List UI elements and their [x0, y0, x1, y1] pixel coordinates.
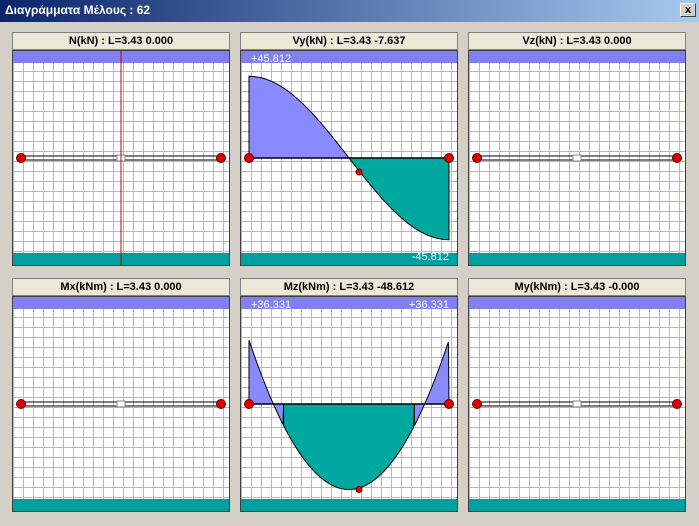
vy-max-label: +45.812 [251, 53, 292, 65]
end-node [444, 399, 454, 409]
panel-title-mz: Mz(kNm) : L=3.43 -48.612 [240, 278, 458, 296]
vy-min-label: -45.812 [411, 251, 449, 263]
panel-title-my: My(kNm) : L=3.43 -0.000 [468, 278, 686, 296]
start-node [472, 153, 482, 163]
diagram-mx-plot [13, 297, 229, 511]
positive-area [248, 75, 351, 159]
negative-area [283, 403, 415, 490]
bottom-band [241, 499, 457, 511]
panel-title-vz: Vz(kN) : L=3.43 0.000 [468, 32, 686, 50]
bottom-band [469, 253, 685, 265]
center-marker [116, 400, 126, 408]
start-node [16, 399, 26, 409]
top-band [13, 297, 229, 309]
end-node [672, 399, 682, 409]
start-node [16, 153, 26, 163]
center-marker [572, 154, 582, 162]
start-node [244, 399, 254, 409]
diagram-my-plot [469, 297, 685, 511]
center-marker [572, 400, 582, 408]
start-node [244, 153, 254, 163]
extremum-marker [355, 486, 363, 493]
diagram-vz [468, 50, 686, 266]
diagram-n-plot [13, 51, 229, 265]
title-bar: Διαγράμματα Μέλους : 62 x [0, 0, 699, 22]
diagram-vz-plot [469, 51, 685, 265]
diagram-vy: +45.812 -45.812 [240, 50, 458, 266]
diagram-mx [12, 296, 230, 512]
diagram-vy-plot [241, 51, 457, 265]
bottom-band [469, 499, 685, 511]
mz-right-label: +36.331 [408, 299, 449, 311]
diagram-n [12, 50, 230, 266]
diagram-my [468, 296, 686, 512]
mz-left-label: +36.331 [251, 299, 292, 311]
negative-area [347, 157, 450, 241]
end-node [216, 399, 226, 409]
point-marker [355, 168, 363, 176]
positive-area-left [248, 339, 285, 425]
window-title: Διαγράμματα Μέλους : 62 [5, 3, 151, 17]
diagram-mz-plot [241, 297, 457, 511]
top-band [469, 297, 685, 309]
end-node [444, 153, 454, 163]
end-node [672, 153, 682, 163]
panel-title-n: N(kN) : L=3.43 0.000 [12, 32, 230, 50]
top-band [469, 51, 685, 63]
end-node [216, 153, 226, 163]
start-node [472, 399, 482, 409]
panel-title-mx: Mx(kNm) : L=3.43 0.000 [12, 278, 230, 296]
diagram-mz: +36.331 +36.331 [240, 296, 458, 512]
bottom-band [13, 499, 229, 511]
panel-title-vy: Vy(kN) : L=3.43 -7.637 [240, 32, 458, 50]
close-button[interactable]: x [680, 3, 696, 17]
